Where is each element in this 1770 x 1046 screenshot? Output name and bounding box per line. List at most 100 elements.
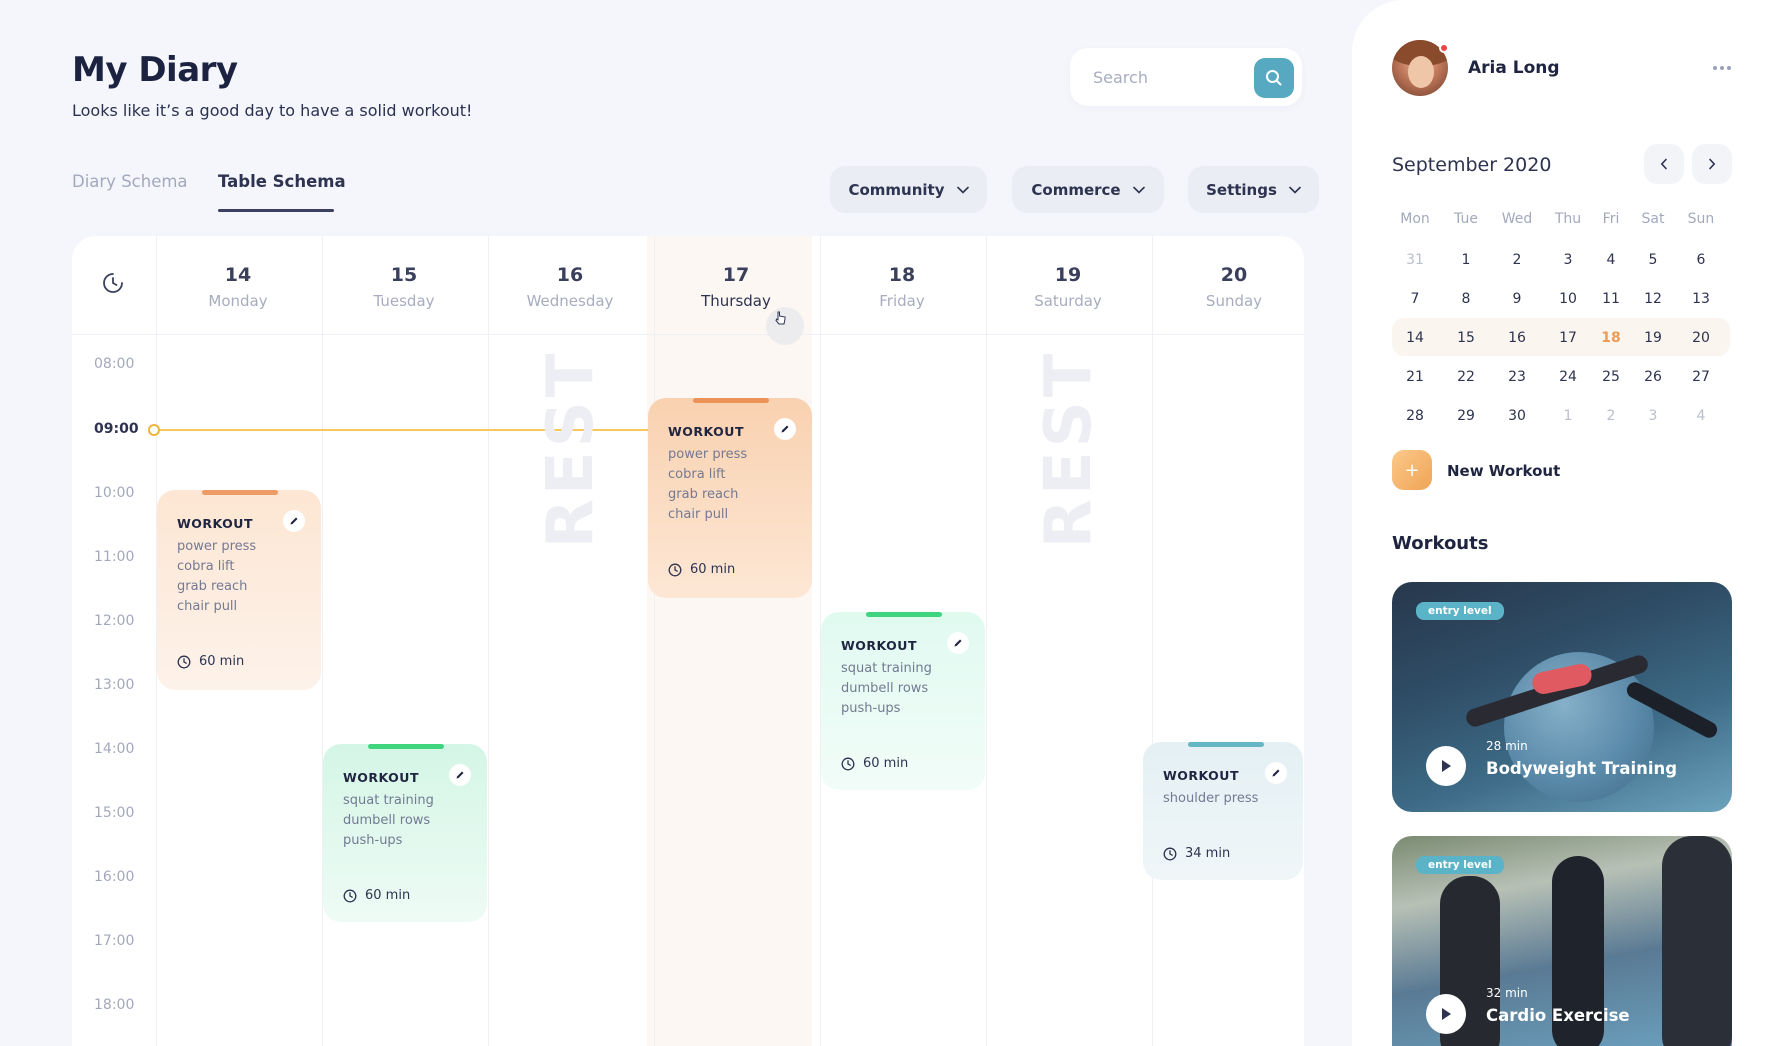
workout-card-monday[interactable]: WORKOUT power press cobra lift grab reac…	[157, 490, 321, 690]
search-input[interactable]	[1093, 67, 1243, 87]
calendar-day[interactable]: 22	[1444, 369, 1488, 385]
chevron-down-icon	[1289, 186, 1301, 194]
workout-video-card[interactable]: entry level 28 min Bodyweight Training	[1392, 582, 1732, 812]
day-header-tuesday[interactable]: 15 Tuesday	[322, 264, 486, 310]
column-divider	[986, 236, 987, 1046]
workout-duration: 60 min	[863, 756, 909, 771]
day-header-monday[interactable]: 14 Monday	[156, 264, 320, 310]
calendar-day-today[interactable]: 18	[1589, 330, 1633, 346]
play-button[interactable]	[1426, 994, 1466, 1034]
calendar-month-title: September 2020	[1392, 154, 1552, 176]
calendar-day[interactable]: 10	[1546, 291, 1590, 307]
calendar-day[interactable]: 2	[1589, 408, 1633, 424]
calendar-day[interactable]: 29	[1444, 408, 1488, 424]
day-name: Monday	[208, 292, 268, 310]
calendar-day[interactable]: 1	[1546, 408, 1590, 424]
play-button[interactable]	[1426, 746, 1466, 786]
calendar-day[interactable]: 23	[1495, 369, 1539, 385]
calendar-day[interactable]: 11	[1589, 291, 1633, 307]
settings-dropdown[interactable]: Settings	[1188, 166, 1319, 213]
exercise-item: squat training	[841, 661, 932, 676]
edit-button[interactable]	[1265, 762, 1287, 784]
day-header-friday[interactable]: 18 Friday	[820, 264, 984, 310]
user-name: Aria Long	[1468, 58, 1560, 78]
new-workout-button[interactable]: +	[1392, 450, 1432, 490]
day-number: 17	[722, 264, 750, 286]
tab-table-schema[interactable]: Table Schema	[218, 172, 346, 191]
calendar-day[interactable]: 4	[1589, 252, 1633, 268]
new-workout-label[interactable]: New Workout	[1447, 462, 1560, 480]
search-button[interactable]	[1254, 58, 1294, 98]
tab-diary-schema[interactable]: Diary Schema	[72, 172, 188, 191]
play-icon	[1442, 760, 1451, 772]
workout-card-friday[interactable]: WORKOUT squat training dumbell rows push…	[821, 612, 985, 790]
day-name: Saturday	[1034, 292, 1102, 310]
edit-button[interactable]	[774, 418, 796, 440]
exercise-item: dumbell rows	[841, 681, 929, 696]
calendar-day[interactable]: 21	[1393, 369, 1437, 385]
prev-month-button[interactable]	[1644, 144, 1684, 184]
next-month-button[interactable]	[1692, 144, 1732, 184]
exercise-item: squat training	[343, 793, 434, 808]
calendar-day[interactable]: 31	[1393, 252, 1437, 268]
calendar-day[interactable]: 27	[1679, 369, 1723, 385]
calendar-day[interactable]: 19	[1631, 330, 1675, 346]
calendar-day[interactable]: 1	[1444, 252, 1488, 268]
calendar-day[interactable]: 9	[1495, 291, 1539, 307]
edit-button[interactable]	[283, 510, 305, 532]
calendar-day[interactable]: 20	[1679, 330, 1723, 346]
calendar-day[interactable]: 5	[1631, 252, 1675, 268]
calendar-day[interactable]: 30	[1495, 408, 1539, 424]
search-icon	[1266, 70, 1282, 86]
commerce-dropdown[interactable]: Commerce	[1012, 166, 1164, 213]
calendar-day[interactable]: 14	[1393, 330, 1437, 346]
hour-label: 08:00	[94, 356, 135, 372]
workout-card-tuesday[interactable]: WORKOUT squat training dumbell rows push…	[323, 744, 487, 922]
chevron-down-icon	[1132, 186, 1145, 194]
calendar-day[interactable]: 6	[1679, 252, 1723, 268]
edit-button[interactable]	[449, 764, 471, 786]
day-header-saturday[interactable]: 19 Saturday	[986, 264, 1150, 310]
card-accent-bar	[693, 398, 769, 403]
calendar-day[interactable]: 28	[1393, 408, 1437, 424]
card-accent-bar	[202, 490, 278, 495]
hour-label: 17:00	[94, 933, 135, 949]
calendar-day[interactable]: 3	[1631, 408, 1675, 424]
exercise-item: chair pull	[177, 599, 238, 614]
pencil-icon	[456, 771, 464, 779]
calendar-day[interactable]: 15	[1444, 330, 1488, 346]
calendar-day[interactable]: 17	[1546, 330, 1590, 346]
day-name: Thursday	[701, 292, 771, 310]
hour-label-current: 09:00	[94, 421, 139, 437]
workout-card-sunday[interactable]: WORKOUT shoulder press 34 min	[1143, 742, 1303, 880]
calendar-day[interactable]: 2	[1495, 252, 1539, 268]
calendar-day[interactable]: 24	[1546, 369, 1590, 385]
workout-duration: 60 min	[365, 888, 411, 903]
calendar-day[interactable]: 8	[1444, 291, 1488, 307]
calendar-day[interactable]: 16	[1495, 330, 1539, 346]
calendar-day[interactable]: 13	[1679, 291, 1723, 307]
notification-badge	[1439, 43, 1449, 53]
day-number: 14	[224, 264, 252, 286]
workout-video-card[interactable]: entry level 32 min Cardio Exercise	[1392, 836, 1732, 1046]
clock-icon	[343, 889, 357, 902]
community-dropdown-label: Community	[848, 180, 945, 199]
day-header-sunday[interactable]: 20 Sunday	[1152, 264, 1304, 310]
community-dropdown[interactable]: Community	[830, 166, 987, 213]
calendar-day[interactable]: 12	[1631, 291, 1675, 307]
workout-duration: 60 min	[199, 654, 245, 669]
calendar-day[interactable]: 4	[1679, 408, 1723, 424]
workout-card-thursday[interactable]: WORKOUT power press cobra lift grab reac…	[648, 398, 812, 598]
workout-name: Cardio Exercise	[1486, 1006, 1630, 1025]
plus-icon: +	[1404, 459, 1420, 481]
calendar-day[interactable]: 26	[1631, 369, 1675, 385]
calendar-day[interactable]: 3	[1546, 252, 1590, 268]
calendar-day[interactable]: 7	[1393, 291, 1437, 307]
more-options-icon[interactable]	[1713, 66, 1731, 70]
edit-button[interactable]	[947, 632, 969, 654]
chevron-right-icon	[1709, 158, 1716, 170]
day-header-thursday[interactable]: 17 Thursday	[654, 264, 818, 310]
calendar-day[interactable]: 25	[1589, 369, 1633, 385]
day-header-wednesday[interactable]: 16 Wednesday	[488, 264, 652, 310]
level-badge: entry level	[1416, 602, 1504, 620]
